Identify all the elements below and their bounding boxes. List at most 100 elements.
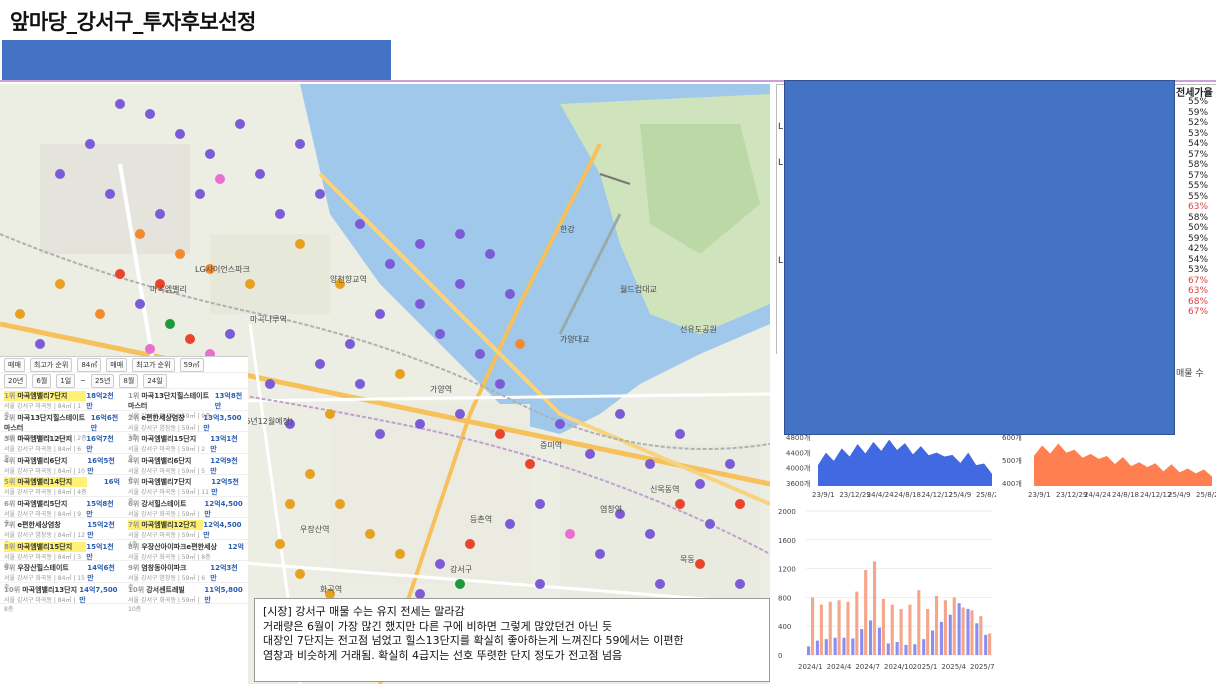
comment-line-3: 대장인 7단지는 전고점 넘었고 힐스13단지를 확실히 좋아하는게 느껴진다 … xyxy=(263,634,684,647)
date-day-end[interactable]: 24일 xyxy=(143,373,167,388)
ranking-item[interactable]: 1위 마곡13단지힐스테이트마스터 서울 강서구 마곡동 | 59㎡ | 9층 13억… xyxy=(124,389,248,420)
x-tick-label: 2025/7 xyxy=(970,663,995,671)
jeonse-ratio-value: 67% xyxy=(1188,275,1209,286)
x-tick-label: 25/8/2 xyxy=(976,491,996,499)
area-select[interactable]: 84㎡ xyxy=(77,357,102,372)
ranking-item[interactable]: 3위 마곡엠밸리12단지 서울 강서구 마곡동 | 84㎡ | 6층 16억7천만 xyxy=(0,432,124,462)
date-day-start[interactable]: 1일 xyxy=(56,373,76,388)
apartment-price: 15억8천만 xyxy=(86,499,114,518)
apartment-name: 5위 마곡엠밸리7단지 xyxy=(128,478,192,486)
apartment-name: 10위 강서센트레빌 xyxy=(128,585,185,594)
ranking-item[interactable]: 8위 우장산아이파크e편한세상 서울 강서구 화곡동 | 59㎡ | 8층 12억 xyxy=(124,540,248,561)
x-tick-label: 24/8/18 xyxy=(1112,491,1139,499)
map-place-label: 양천향교역 xyxy=(330,275,367,284)
ranking-item[interactable]: 6위강서힐스테이트서울 강서구 화곡동 | 59㎡ | 12층12억4,500만 xyxy=(124,497,248,527)
date-month-start[interactable]: 6월 xyxy=(32,373,52,388)
ranking-item[interactable]: 5위 마곡엠밸리7단지 서울 강서구 마곡동 | 59㎡ | 11층 12억5천만 xyxy=(124,475,248,505)
apartment-name: 5위 마곡엠밸리14단지 xyxy=(4,477,87,487)
volume-bar xyxy=(810,597,815,655)
volume-bar xyxy=(881,598,885,655)
jeonse-ratio-value: 42% xyxy=(1188,244,1209,254)
apartment-price: 14억7,500만 xyxy=(79,585,118,604)
apartment-price: 16억6천만 xyxy=(90,413,119,432)
deal-type-select[interactable]: 매매 xyxy=(4,357,25,372)
map-place-label: 선유도공원 xyxy=(680,325,717,334)
ranking-item[interactable]: 9위 우장산힐스테이트 서울 강서구 화곡동 | 84㎡ | 15층 14억6천만 xyxy=(0,561,124,591)
ranking-item[interactable]: 4위 마곡엠밸리6단지 서울 강서구 마곡동 | 59㎡ | 5층 12억9천만 xyxy=(124,454,248,484)
apartment-price: 16억5천만 xyxy=(87,456,115,475)
jeonse-ratio-value: 54% xyxy=(1188,254,1209,265)
ranking-item[interactable]: 8위 마곡엠밸리15단지 서울 강서구 마곡동 | 84㎡ | 3층 15억1천만 xyxy=(0,540,124,570)
volume-bar xyxy=(908,604,912,655)
map-place-label: 한강 xyxy=(560,225,575,234)
x-tick-label: 23/9/1 xyxy=(1028,491,1051,499)
volume-bar xyxy=(819,604,823,655)
area-select-2[interactable]: 59㎡ xyxy=(179,357,204,372)
volume-bar xyxy=(934,595,939,655)
rank-number: 5위 xyxy=(4,478,16,486)
ranking-item[interactable]: 4위마곡엠밸리6단지서울 강서구 마곡동 | 84㎡ | 10층16억5천만 xyxy=(0,454,124,484)
ranking-item[interactable]: 6위 마곡엠밸리5단지 서울 강서구 마곡동 | 84㎡ | 9층 15억8천만 xyxy=(0,497,124,527)
volume-bar xyxy=(886,643,890,655)
ranking-item[interactable]: 2위 e편한세상염창 서울 강서구 염창동 | 59㎡ | 7층 13억3,500만 xyxy=(124,411,248,441)
volume-bar xyxy=(988,633,992,655)
volume-bar xyxy=(931,630,935,655)
series-area xyxy=(818,439,992,486)
map-place-label: 신목동역 xyxy=(650,485,680,494)
date-month-end[interactable]: 8월 xyxy=(119,373,139,388)
apartment-price: 11억5,800만 xyxy=(204,585,243,604)
ranking-item[interactable]: 10위 강서센트레빌 서울 강서구 화곡동 | 59㎡ | 10층 11억5,800만 xyxy=(124,583,248,613)
volume-bar xyxy=(939,621,943,655)
rank-number: 4위 xyxy=(4,456,16,465)
jeonse-ratio-value: 57% xyxy=(1188,149,1209,160)
ranking-list-84: 1위 마곡엠밸리7단지 서울 강서구 마곡동 | 84㎡ | 1층 18억2천만 2위 마… xyxy=(0,389,124,613)
y-tick-label: 3600개 xyxy=(786,479,810,488)
volume-bar xyxy=(851,638,855,655)
volume-bar xyxy=(815,640,819,655)
volume-bar xyxy=(869,620,873,655)
volume-bar xyxy=(824,639,828,655)
ranking-item[interactable]: 7위 마곡엠밸리12단지 서울 강서구 마곡동 | 59㎡ | 4층 12억4,500… xyxy=(124,518,248,548)
comment-line-4: 염창과 비슷하게 거래됨. 확실히 4급지는 선호 뚜렷한 단지 정도가 전고점… xyxy=(263,648,623,662)
ranking-item[interactable]: 7위e편한세상염창서울 강서구 염창동 | 84㎡ | 12층15억2천만 xyxy=(0,518,124,548)
ranking-item[interactable]: 2위 마곡13단지힐스테이트마스터 서울 강서구 마곡동 | 84㎡ | 2층 16억… xyxy=(0,411,124,442)
volume-bar xyxy=(828,601,832,655)
volume-bar xyxy=(890,604,894,655)
ranking-item[interactable]: 10위 마곡엠밸리13단지 서울 강서구 마곡동 | 84㎡ | 8층 14억7,50… xyxy=(0,583,124,613)
rank-number: 10위 xyxy=(128,585,145,594)
apartment-price: 12억4,500만 xyxy=(203,521,242,539)
ranking-item[interactable]: 1위 마곡엠밸리7단지 서울 강서구 마곡동 | 84㎡ | 1층 18억2천만 xyxy=(0,389,124,419)
ranking-item[interactable]: 5위 마곡엠밸리14단지 서울 강서구 마곡동 | 84㎡ | 4층 16억 xyxy=(0,475,124,497)
apartment-price: 12억 xyxy=(227,542,244,551)
volume-bar xyxy=(807,646,811,655)
volume-bar xyxy=(855,591,859,655)
x-tick-label: 2024/10 xyxy=(884,663,913,671)
ranking-item[interactable]: 3위 마곡엠밸리15단지 서울 강서구 마곡동 | 59㎡ | 2층 13억1천만 xyxy=(124,432,248,462)
ranking-item[interactable]: 9위 염창동아이파크 서울 강서구 염창동 | 59㎡ | 6층 12억3천만 xyxy=(124,561,248,591)
apartment-name: 6위 강서힐스테이트 xyxy=(128,499,187,508)
date-year-start[interactable]: 20년 xyxy=(4,373,28,388)
sort-select-2[interactable]: 최고가 순위 xyxy=(132,357,175,372)
x-tick-label: 25/8/2 xyxy=(1196,491,1216,499)
volume-bar xyxy=(846,601,850,655)
volume-bar xyxy=(904,644,908,655)
apartment-name: 9위 우장산힐스테이트 xyxy=(4,564,69,572)
deal-type-select-2[interactable]: 매매 xyxy=(106,357,128,372)
jeonse-ratio-value: 50% xyxy=(1188,223,1209,233)
map-place-label: LG사이언스파크 xyxy=(195,265,250,274)
date-year-end[interactable]: 25년 xyxy=(91,373,115,388)
ranking-columns: 1위 마곡엠밸리7단지 서울 강서구 마곡동 | 84㎡ | 1층 18억2천만 2위 마… xyxy=(0,389,248,613)
map-place-label: 등촌역 xyxy=(470,515,493,524)
rank-number: 10위 xyxy=(4,585,21,594)
rank-number: 9위 xyxy=(4,564,16,572)
map-place-label: 가양대교 xyxy=(560,335,590,344)
jeonse-ratio-value: 59% xyxy=(1188,107,1209,118)
volume-bar xyxy=(922,639,926,655)
y-tick-label: 1600 xyxy=(778,537,796,545)
sort-select[interactable]: 최고가 순위 xyxy=(29,357,73,372)
apartment-name: 10위 마곡엠밸리13단지 xyxy=(4,585,78,594)
x-tick-label: 24/12/12 xyxy=(1140,491,1171,499)
apartment-name: 7위 마곡엠밸리12단지 xyxy=(128,520,204,530)
apartment-name: 1위 마곡13단지힐스테이트마스터 xyxy=(128,392,210,410)
volume-bar xyxy=(957,603,961,655)
